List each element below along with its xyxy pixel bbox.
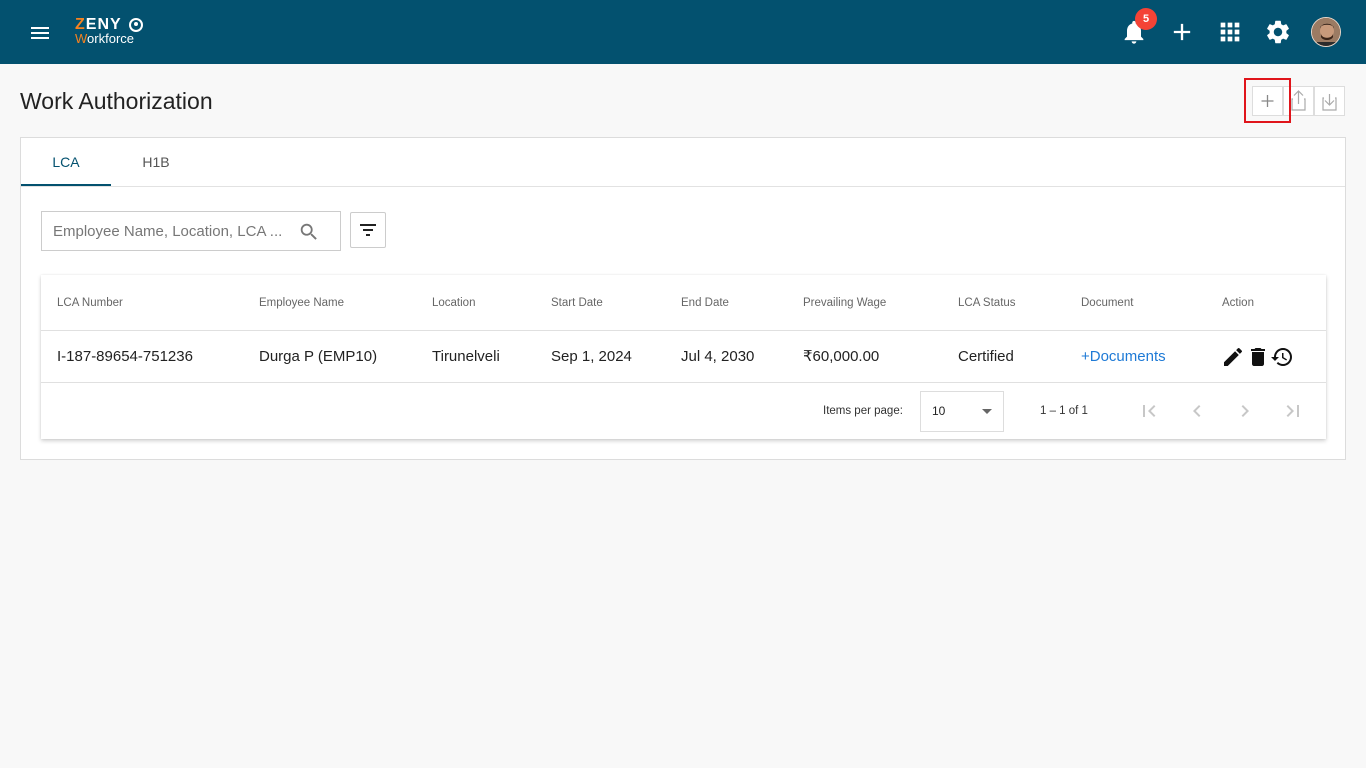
column-header-action: Action [1222,297,1254,309]
top-app-bar: ZENY Workforce 5 [0,0,1366,64]
user-avatar[interactable] [1311,17,1341,47]
column-header-end-date[interactable]: End Date [681,275,729,331]
cell-location: Tirunelveli [432,348,500,365]
column-header-lca-number[interactable]: LCA Number [57,275,123,331]
plus-icon [1261,95,1274,107]
cell-lca-number: I-187-89654-751236 [57,348,193,365]
lca-table: LCA Number Employee Name Location Start … [41,275,1326,439]
gear-icon[interactable] [1264,18,1292,46]
next-page-icon[interactable] [1233,399,1257,423]
active-tab-indicator [21,184,111,186]
items-per-page-select[interactable]: 10 [920,391,1004,432]
download-button[interactable] [1314,86,1345,116]
column-header-lca-status[interactable]: LCA Status [958,275,1016,331]
apps-grid-icon[interactable] [1216,18,1244,46]
filter-icon [360,224,376,236]
previous-page-icon[interactable] [1185,399,1209,423]
cell-lca-status: Certified [958,348,1014,365]
trash-icon[interactable] [1246,345,1270,369]
cell-prevailing-wage: ₹60,000.00 [803,348,880,365]
work-authorization-card: LCA H1B LCA Number Employee Name Locatio… [20,137,1346,460]
items-per-page-value: 10 [932,404,946,418]
download-icon [1322,94,1337,111]
page-range-label: 1 – 1 of 1 [1040,405,1088,417]
notification-badge: 5 [1135,8,1157,30]
items-per-page-label: Items per page: [823,405,903,417]
column-header-start-date[interactable]: Start Date [551,275,603,331]
logo-subtitle: Workforce [75,31,135,46]
last-page-icon[interactable] [1281,399,1305,423]
table-row: I-187-89654-751236 Durga P (EMP10) Tirun… [41,331,1326,383]
pencil-icon[interactable] [1221,345,1245,369]
table-header-row: LCA Number Employee Name Location Start … [41,275,1326,331]
page-title: Work Authorization [20,88,213,114]
cell-employee-name: Durga P (EMP10) [259,348,378,365]
dropdown-caret-icon [982,409,992,414]
filter-button[interactable] [350,212,386,248]
menu-icon[interactable] [28,22,52,42]
add-record-button[interactable] [1252,86,1283,116]
cell-start-date: Sep 1, 2024 [551,348,632,365]
upload-button[interactable] [1283,86,1314,116]
logo-ring-icon [129,18,143,32]
search-icon[interactable] [298,221,320,243]
paginator: Items per page: 10 1 – 1 of 1 [41,383,1326,439]
history-icon[interactable] [1270,345,1294,369]
column-header-document: Document [1081,297,1134,309]
cell-end-date: Jul 4, 2030 [681,348,755,365]
column-header-location[interactable]: Location [432,275,475,331]
tab-h1b[interactable]: H1B [111,138,201,187]
column-header-employee-name[interactable]: Employee Name [259,275,344,331]
tab-lca[interactable]: LCA [21,138,111,187]
upload-icon [1291,90,1306,111]
column-header-prevailing-wage[interactable]: Prevailing Wage [803,275,886,331]
tab-bar: LCA H1B [21,138,1345,187]
first-page-icon[interactable] [1137,399,1161,423]
search-input[interactable] [42,212,292,250]
documents-link[interactable]: +Documents [1081,331,1166,383]
app-logo[interactable]: ZENY Workforce [75,17,155,47]
plus-icon[interactable] [1168,18,1196,46]
search-box [41,211,341,251]
avatar-portrait-icon [1312,18,1340,46]
